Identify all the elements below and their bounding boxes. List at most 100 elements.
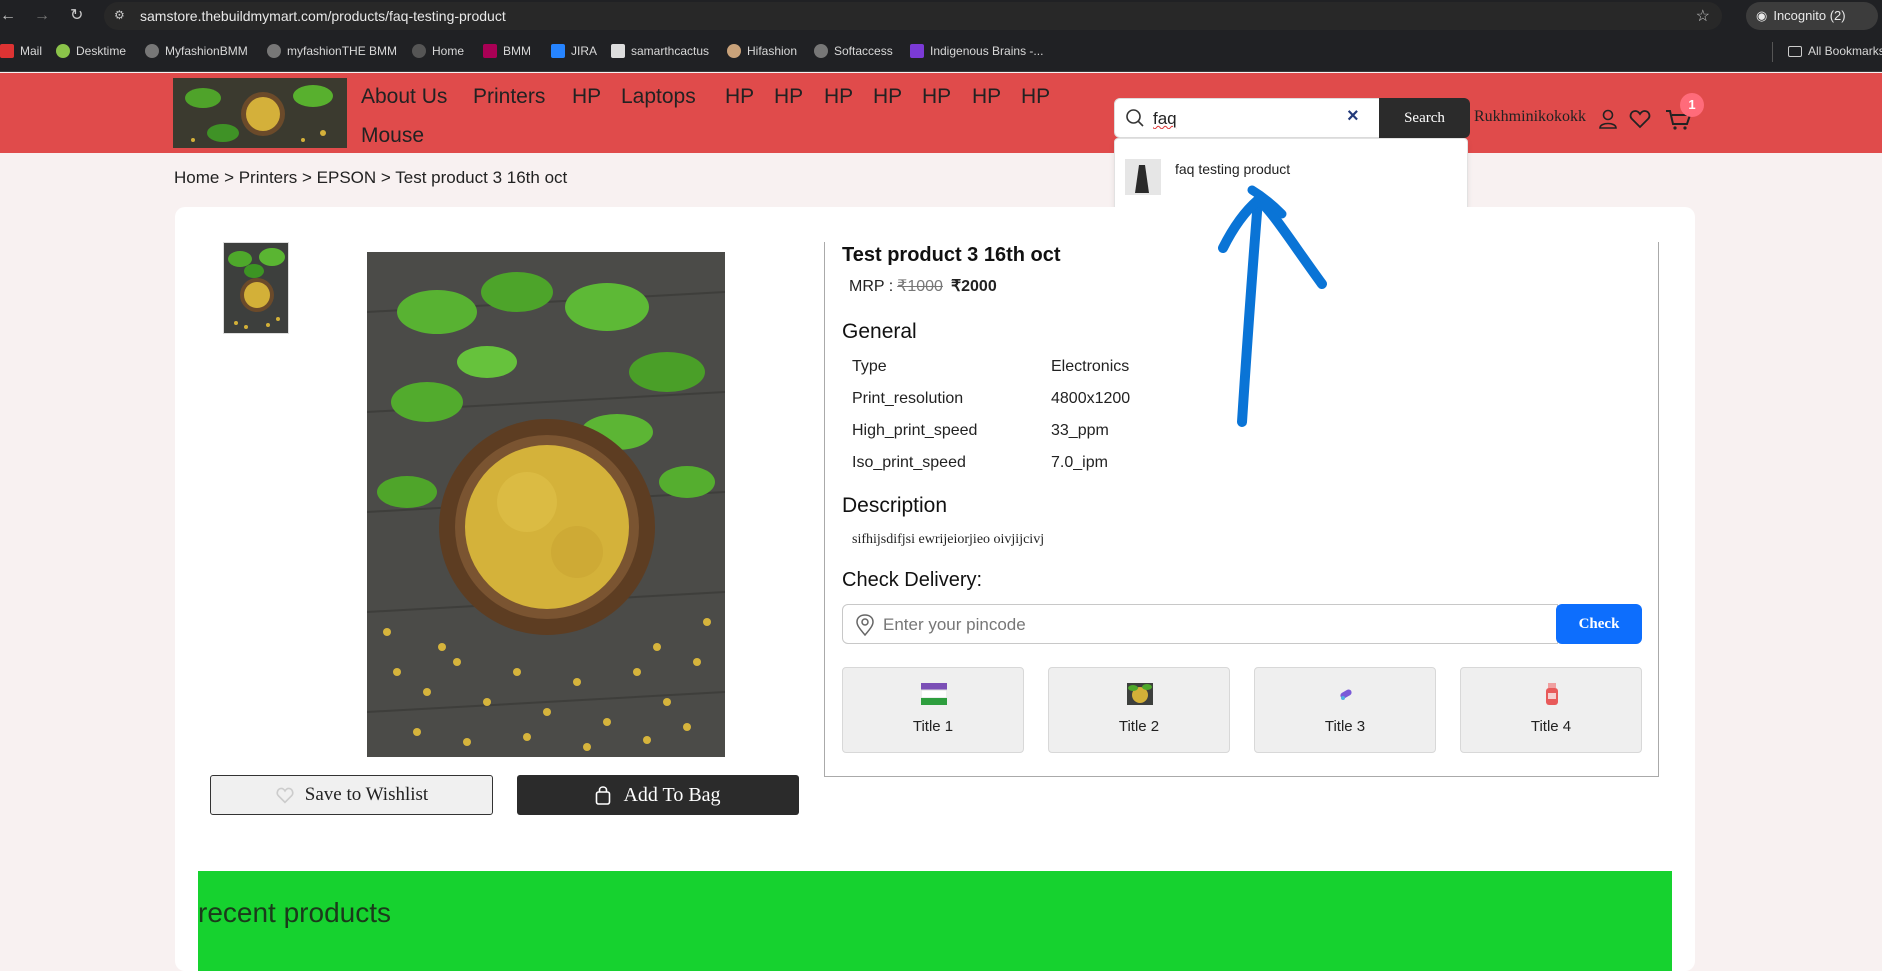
- wishlist-label: Save to Wishlist: [304, 784, 429, 805]
- thumbnail-image: [224, 243, 288, 333]
- incognito-badge[interactable]: ◉ Incognito (2): [1746, 2, 1878, 30]
- seeds-icon: [1127, 683, 1153, 705]
- feature-tile[interactable]: Title 3: [1254, 667, 1436, 753]
- suggestion-item[interactable]: faq testing product: [1175, 161, 1290, 177]
- product-details: Test product 3 16th oct MRP : ₹1000 ₹2000 …: [824, 242, 1659, 777]
- spec-value: Electronics: [1051, 358, 1130, 375]
- heart-icon: [276, 787, 294, 804]
- bookmark-myfashionbmm[interactable]: MyfashionBMM: [145, 44, 248, 58]
- feature-tile[interactable]: Title 4: [1460, 667, 1642, 753]
- suggestion-thumbnail: [1125, 159, 1161, 195]
- account-name[interactable]: Rukhminikokokk: [1474, 108, 1586, 126]
- bookmarks-divider: [1772, 42, 1773, 62]
- forward-icon[interactable]: →: [34, 4, 50, 28]
- bookmark-softaccess[interactable]: Softaccess: [814, 44, 893, 58]
- suggestion-image: [1125, 159, 1161, 195]
- nav-hp-3[interactable]: HP: [774, 85, 803, 109]
- cart-count-badge: 1: [1680, 93, 1704, 117]
- spec-value: 33_ppm: [1051, 422, 1109, 439]
- hifashion-icon: [727, 44, 741, 58]
- nav-hp-5[interactable]: HP: [873, 85, 902, 109]
- flag-icon: [921, 683, 947, 705]
- mrp-label: MRP :: [849, 278, 894, 295]
- product-main-image[interactable]: [367, 252, 725, 757]
- all-bookmarks[interactable]: All Bookmarks: [1788, 44, 1882, 58]
- pincode-field: [842, 604, 1558, 644]
- save-to-wishlist-button[interactable]: Save to Wishlist: [210, 775, 493, 815]
- pill-icon: [1340, 689, 1352, 700]
- search-button[interactable]: Search: [1379, 98, 1470, 138]
- reload-icon[interactable]: ↻: [70, 4, 83, 28]
- nav-hp-1[interactable]: HP: [572, 85, 601, 109]
- search-input[interactable]: [1153, 106, 1333, 132]
- bottle-icon: [1546, 683, 1558, 705]
- bookmark-indigenous-brains[interactable]: Indigenous Brains -...: [910, 44, 1043, 58]
- check-button[interactable]: Check: [1556, 604, 1642, 644]
- user-icon[interactable]: [1596, 107, 1620, 131]
- bag-label: Add To Bag: [623, 783, 721, 806]
- globe-icon: [267, 44, 281, 58]
- jira-icon: [551, 44, 565, 58]
- logo-image: [173, 78, 347, 148]
- gmail-icon: [0, 44, 14, 58]
- desktime-icon: [56, 44, 70, 58]
- pincode-input[interactable]: [883, 612, 1483, 638]
- bookmark-mail[interactable]: Mail: [0, 44, 42, 58]
- tile-label: Title 4: [1530, 718, 1572, 735]
- globe-icon: [814, 44, 828, 58]
- product-title: Test product 3 16th oct: [842, 244, 1061, 266]
- clear-search-icon[interactable]: ×: [1347, 105, 1359, 128]
- spec-key: Print_resolution: [852, 390, 964, 407]
- price: MRP : ₹1000 ₹2000: [849, 276, 997, 296]
- url-text: samstore.thebuildmymart.com/products/faq…: [140, 8, 506, 24]
- bookmark-myfashionthebmm[interactable]: myfashionTHE BMM: [267, 44, 397, 58]
- bookmark-samarthcactus[interactable]: samarthcactus: [611, 44, 709, 58]
- site-info-icon[interactable]: ⚙: [114, 8, 125, 22]
- bookmark-desktime[interactable]: Desktime: [56, 44, 126, 58]
- nav-printers[interactable]: Printers: [473, 85, 545, 109]
- nav-about-us[interactable]: About Us: [361, 85, 447, 109]
- main-image-graphic: [367, 252, 725, 757]
- incognito-icon: ◉: [1756, 8, 1768, 23]
- bookmark-home[interactable]: Home: [412, 44, 464, 58]
- globe-icon: [145, 44, 159, 58]
- check-delivery-heading: Check Delivery:: [842, 569, 983, 591]
- search-icon: [1126, 109, 1144, 127]
- heart-icon[interactable]: [1628, 107, 1652, 131]
- bmm-icon: [483, 44, 497, 58]
- tile-label: Title 2: [1118, 718, 1160, 735]
- breadcrumb[interactable]: Home > Printers > EPSON > Test product 3…: [174, 168, 567, 188]
- site-header: About Us Printers HP Laptops HP HP HP HP…: [0, 73, 1882, 153]
- bookmark-bmm[interactable]: BMM: [483, 44, 531, 58]
- mrp-new-price: ₹2000: [950, 278, 997, 295]
- feature-tile[interactable]: Title 2: [1048, 667, 1230, 753]
- cactus-icon: [611, 44, 625, 58]
- bookmark-hifashion[interactable]: Hifashion: [727, 44, 797, 58]
- tile-label: Title 1: [912, 718, 954, 735]
- spec-key: High_print_speed: [852, 422, 978, 439]
- mrp-old-price: ₹1000: [897, 278, 943, 295]
- indigenous-brains-icon: [910, 44, 924, 58]
- store-logo[interactable]: [173, 78, 347, 148]
- recent-products-section: recent products: [198, 871, 1672, 971]
- feature-tile[interactable]: Title 1: [842, 667, 1024, 753]
- folder-icon: [1788, 45, 1802, 57]
- browser-toolbar: ← → ↻ ⚙ samstore.thebuildmymart.com/prod…: [0, 0, 1882, 32]
- nav-mouse[interactable]: Mouse: [361, 124, 424, 148]
- product-thumbnail[interactable]: [223, 242, 289, 334]
- recent-products-heading: recent products: [198, 897, 391, 928]
- nav-hp-8[interactable]: HP: [1021, 85, 1050, 109]
- nav-hp-6[interactable]: HP: [922, 85, 951, 109]
- nav-hp-2[interactable]: HP: [725, 85, 754, 109]
- spec-key: Iso_print_speed: [852, 454, 966, 471]
- bookmarks-bar: Mail Desktime MyfashionBMM myfashionTHE …: [0, 32, 1882, 72]
- nav-hp-7[interactable]: HP: [972, 85, 1001, 109]
- back-icon[interactable]: ←: [0, 4, 16, 28]
- nav-hp-4[interactable]: HP: [824, 85, 853, 109]
- add-to-bag-button[interactable]: Add To Bag: [517, 775, 799, 815]
- nav-laptops[interactable]: Laptops: [621, 85, 696, 109]
- bookmark-star-icon[interactable]: ☆: [1696, 6, 1710, 26]
- address-bar[interactable]: ⚙ samstore.thebuildmymart.com/products/f…: [104, 2, 1722, 30]
- home-icon: [412, 44, 426, 58]
- bookmark-jira[interactable]: JIRA: [551, 44, 597, 58]
